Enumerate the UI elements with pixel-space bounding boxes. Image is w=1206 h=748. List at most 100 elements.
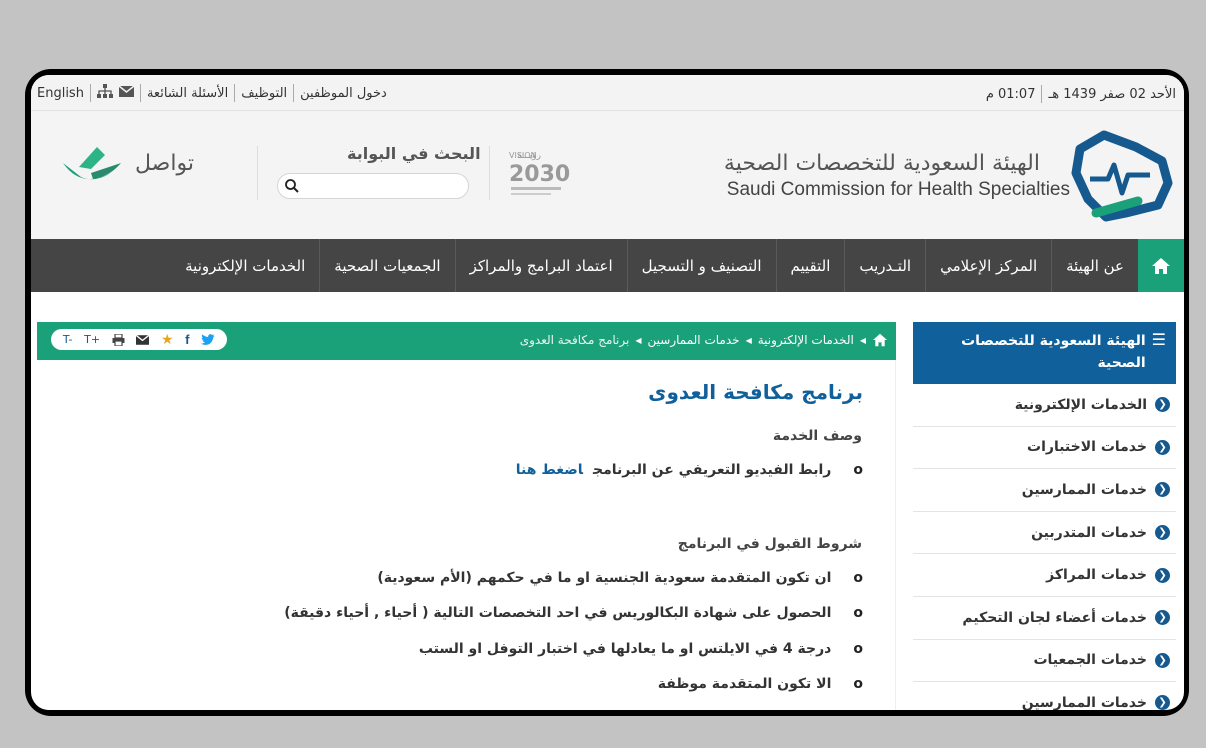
bullet-marker: o xyxy=(853,676,863,692)
mail-icon[interactable] xyxy=(118,84,135,101)
chevron-left-icon: ❮ xyxy=(1155,525,1170,541)
bullet-marker: o xyxy=(853,462,863,478)
article: برنامج مكافحة العدوى وصف الخدمة o رابط ا… xyxy=(37,360,896,710)
tawasul-logo-icon[interactable] xyxy=(61,143,127,193)
divider xyxy=(89,84,91,102)
home-icon xyxy=(1152,257,1170,274)
jobs-link[interactable]: التوظيف xyxy=(241,86,287,101)
sidebar-item-societies[interactable]: ❮ خدمات الجمعيات xyxy=(913,640,1176,683)
site-header: الهيئة السعودية للتخصصات الصحية Saudi Co… xyxy=(31,111,1184,239)
language-link[interactable]: English xyxy=(37,86,84,101)
list-item: o درجة 4 في الايلتس او ما يعادلها في اخت… xyxy=(419,641,863,657)
bullet-marker: o xyxy=(853,605,863,621)
sidebar-item-exams[interactable]: ❮ خدمات الاختبارات xyxy=(913,427,1176,470)
scfhs-logo-icon[interactable] xyxy=(1066,127,1176,223)
chevron-left-icon: ❮ xyxy=(1155,652,1170,668)
vision-2030-logo-icon: رؤيـــة VISION 2030 xyxy=(509,151,570,195)
vision-year: 2030 xyxy=(509,162,570,187)
breadcrumb: ◀ الخدمات الإلكترونية ◀ خدمات الممارسين … xyxy=(520,333,888,347)
sidebar-item-label: خدمات أعضاء لجان التحكيم xyxy=(962,609,1147,626)
twitter-icon[interactable] xyxy=(201,333,216,346)
nav-item-about[interactable]: عن الهيئة xyxy=(1051,239,1138,292)
breadcrumb-current: برنامج مكافحة العدوى xyxy=(519,333,630,347)
sidebar-item-label: خدمات الاختبارات xyxy=(1027,439,1147,456)
sitemap-icon[interactable] xyxy=(96,84,113,102)
divider xyxy=(139,84,141,102)
sidebar-item-label: خدمات المراكز xyxy=(1046,567,1147,584)
chevron-left-icon: ❮ xyxy=(1155,482,1170,498)
font-increase-button[interactable]: T+ xyxy=(84,333,100,346)
sidebar-item-arbitration[interactable]: ❮ خدمات أعضاء لجان التحكيم xyxy=(913,597,1176,640)
faq-link[interactable]: الأسئلة الشائعة xyxy=(147,86,228,101)
list-item: o رابط الفيديو التعريفي عن البرنامج اضغط … xyxy=(516,462,863,478)
list-item-text: الا تكون المتقدمة موظفة xyxy=(657,676,832,692)
top-strip: الأحد 02 صفر 1439 هـ 01:07 م دخول الموظف… xyxy=(31,75,1184,111)
date-time: الأحد 02 صفر 1439 هـ 01:07 م xyxy=(986,85,1176,103)
divider xyxy=(1041,85,1043,103)
list-item-text: الحصول على شهادة البكالوريس في احد التخص… xyxy=(284,605,832,621)
list-item-text: رابط الفيديو التعريفي عن البرنامج اضغط هن… xyxy=(516,462,832,478)
main-nav: عن الهيئة المركز الإعلامي التـدريب التقي… xyxy=(31,239,1184,292)
sidebar-item-practitioners[interactable]: ❮ خدمات الممارسين xyxy=(913,469,1176,512)
nav-item-media-center[interactable]: المركز الإعلامي xyxy=(925,239,1051,292)
home-button[interactable] xyxy=(1138,239,1184,292)
sidebar-title: الهيئة السعودية للتخصصات الصحية xyxy=(961,333,1146,371)
org-name-english: Saudi Commission for Health Specialties xyxy=(726,179,1070,200)
service-description-heading: وصف الخدمة xyxy=(772,428,862,444)
search-input[interactable] xyxy=(277,173,469,199)
chevron-left-icon: ❮ xyxy=(1155,397,1170,413)
sidebar-item-label: الخدمات الإلكترونية xyxy=(1014,396,1147,413)
nav-item-accreditation[interactable]: اعتماد البرامج والمراكز xyxy=(454,239,627,292)
list-item: o الا تكون المتقدمة موظفة xyxy=(658,676,863,692)
employee-login-link[interactable]: دخول الموظفين xyxy=(300,86,387,101)
bullet-marker: o xyxy=(853,641,863,657)
sidebar-item-centers[interactable]: ❮ خدمات المراكز xyxy=(913,554,1176,597)
nav-item-eservices[interactable]: الخدمات الإلكترونية xyxy=(171,239,319,292)
tawasul-label[interactable]: تواصل xyxy=(135,151,194,176)
vision-word: VISION xyxy=(509,151,537,160)
facebook-icon[interactable]: f xyxy=(185,332,189,347)
breadcrumb-bar: ◀ الخدمات الإلكترونية ◀ خدمات الممارسين … xyxy=(37,322,896,360)
sidebar-item-practitioners-2[interactable]: ❮ خدمات الممارسين xyxy=(913,682,1176,710)
nav-item-training[interactable]: التـدريب xyxy=(844,239,925,292)
font-decrease-button[interactable]: T- xyxy=(63,333,73,346)
nav-item-societies[interactable]: الجمعيات الصحية xyxy=(319,239,454,292)
top-links: دخول الموظفين التوظيف الأسئلة الشائعة En… xyxy=(37,84,387,102)
hijri-date: الأحد 02 صفر 1439 هـ xyxy=(1048,86,1176,102)
divider xyxy=(293,84,295,102)
menu-icon[interactable]: ☰ xyxy=(1152,330,1166,376)
favorite-star-icon[interactable]: ★ xyxy=(161,332,174,348)
chevron-left-icon: ❮ xyxy=(1155,567,1170,583)
browser-viewport: الأحد 02 صفر 1439 هـ 01:07 م دخول الموظف… xyxy=(31,75,1184,710)
breadcrumb-eservices[interactable]: الخدمات الإلكترونية xyxy=(758,333,854,347)
chevron-left-icon: ❮ xyxy=(1155,439,1170,455)
nav-item-classification[interactable]: التصنيف و التسجيل xyxy=(626,239,776,292)
bullet-marker: o xyxy=(853,570,863,586)
sidebar: ☰ الهيئة السعودية للتخصصات الصحية ❮ الخدم… xyxy=(913,322,1176,710)
divider xyxy=(257,146,258,200)
search-title: البحث في البوابة xyxy=(347,144,481,163)
sidebar-item-label: خدمات الجمعيات xyxy=(1033,652,1147,669)
email-icon[interactable] xyxy=(136,334,150,345)
conditions-heading: شروط القبول في البرنامج xyxy=(677,536,862,552)
sidebar-item-label: خدمات الممارسين xyxy=(1021,481,1147,498)
arrow-left-icon: ◀ xyxy=(635,335,642,345)
print-icon[interactable] xyxy=(112,333,125,346)
sidebar-header: ☰ الهيئة السعودية للتخصصات الصحية xyxy=(913,322,1176,384)
home-icon[interactable] xyxy=(872,333,888,347)
share-toolbar: T- T+ ★ f xyxy=(51,329,227,350)
chevron-left-icon: ❮ xyxy=(1155,695,1170,710)
search-icon[interactable] xyxy=(284,178,300,194)
list-item-text: درجة 4 في الايلتس او ما يعادلها في اختبا… xyxy=(418,641,832,657)
page-title: برنامج مكافحة العدوى xyxy=(648,380,863,404)
divider xyxy=(489,146,490,200)
video-link[interactable]: اضغط هنا xyxy=(516,462,583,478)
list-item: o ان تكون المتقدمة سعودية الجنسية او ما … xyxy=(377,570,863,586)
arrow-left-icon: ◀ xyxy=(745,335,752,345)
sidebar-item-trainees[interactable]: ❮ خدمات المتدربين xyxy=(913,512,1176,555)
sidebar-item-eservices[interactable]: ❮ الخدمات الإلكترونية xyxy=(913,384,1176,427)
breadcrumb-practitioners[interactable]: خدمات الممارسين xyxy=(648,333,740,347)
main-content: ◀ الخدمات الإلكترونية ◀ خدمات الممارسين … xyxy=(37,322,896,710)
org-name-arabic: الهيئة السعودية للتخصصات الصحية xyxy=(723,151,1040,176)
nav-item-assessment[interactable]: التقييم xyxy=(775,239,845,292)
